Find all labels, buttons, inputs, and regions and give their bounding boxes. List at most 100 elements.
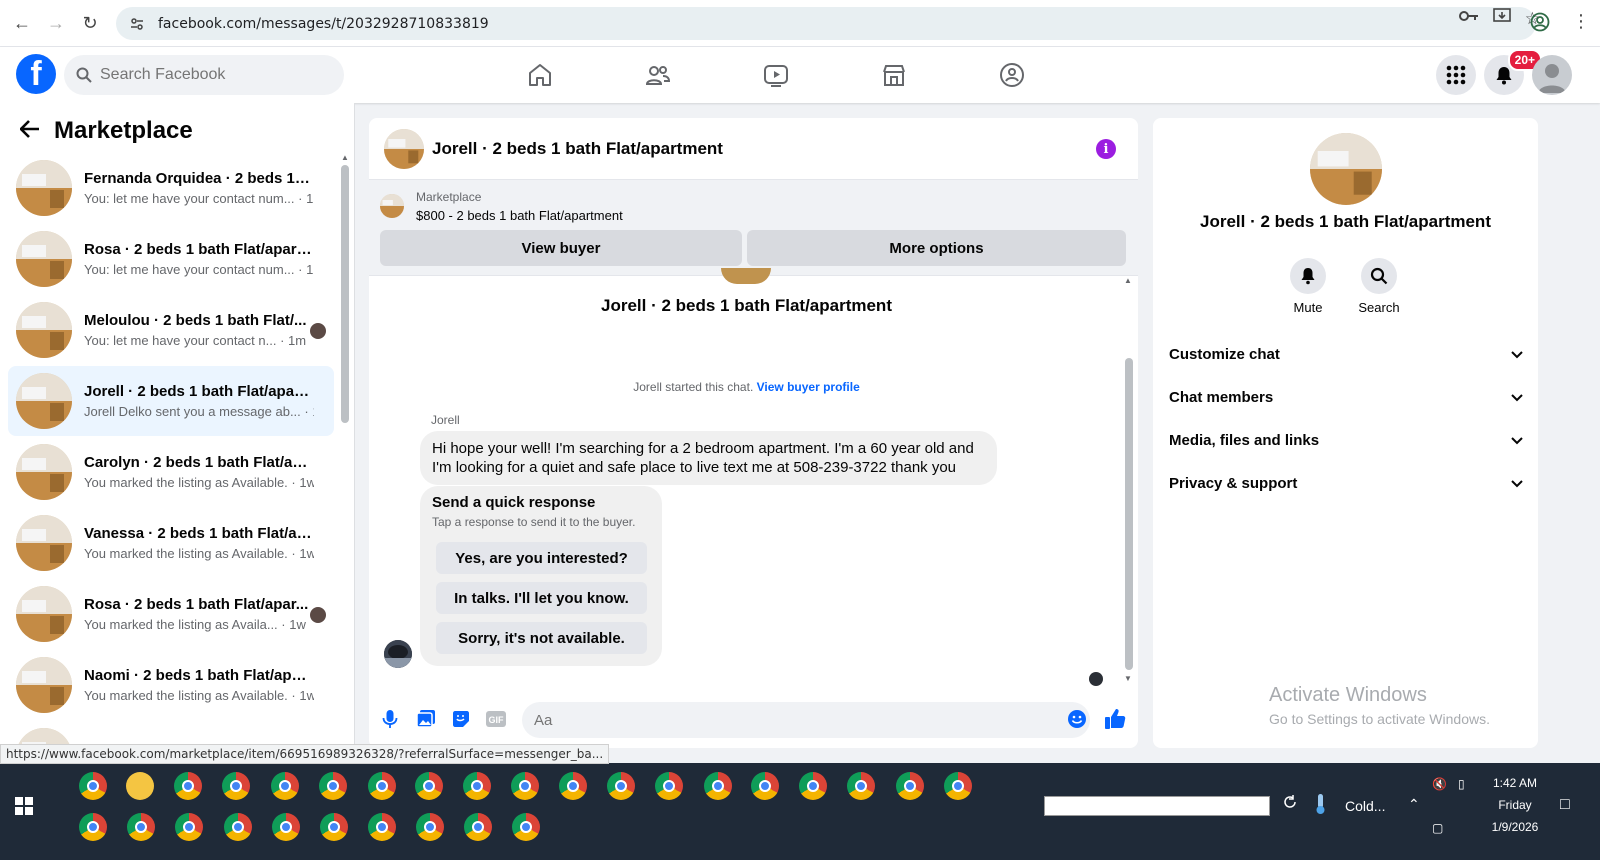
chrome-window-icon[interactable] [847, 772, 875, 800]
conversation-item[interactable]: Meloulou · 2 beds 1 bath Flat/... You: le… [8, 295, 334, 365]
chrome-window-icon[interactable] [368, 813, 396, 841]
chat-scroll-up-icon[interactable]: ▲ [1124, 276, 1132, 285]
chrome-window-icon[interactable] [222, 772, 250, 800]
chrome-window-icon[interactable] [464, 813, 492, 841]
chrome-window-icon[interactable] [512, 813, 540, 841]
chrome-window-icon[interactable] [416, 813, 444, 841]
install-app-icon[interactable] [1492, 7, 1511, 30]
emoji-icon[interactable] [1066, 708, 1088, 730]
chrome-window-icon[interactable] [704, 772, 732, 800]
media-files-links-section[interactable]: Media, files and links [1169, 420, 1523, 460]
sender-avatar[interactable] [384, 640, 412, 668]
reload-icon[interactable]: ↻ [78, 11, 102, 35]
photo-icon[interactable] [415, 708, 437, 730]
volume-muted-icon[interactable]: 🔇 [1432, 777, 1447, 791]
forward-arrow-icon[interactable]: → [44, 11, 68, 35]
chrome-window-icon[interactable] [463, 772, 491, 800]
notifications-bell-icon[interactable]: 20+ [1484, 49, 1542, 95]
chat-members-section[interactable]: Chat members [1169, 377, 1523, 417]
home-icon[interactable] [520, 55, 560, 95]
view-buyer-profile-link[interactable]: View buyer profile [757, 380, 860, 394]
search-input[interactable] [100, 66, 320, 84]
search-action[interactable]: Search [1349, 258, 1409, 315]
back-arrow-icon[interactable] [19, 119, 40, 143]
customize-chat-section[interactable]: Customize chat [1169, 334, 1523, 374]
refresh-icon[interactable] [1283, 795, 1297, 814]
chrome-window-icon[interactable] [175, 813, 203, 841]
clock-time[interactable]: 1:42 AM [1480, 776, 1550, 790]
chrome-window-icon[interactable] [272, 813, 300, 841]
conversation-item[interactable]: Jorell · 2 beds 1 bath Flat/apart... Jore… [8, 366, 334, 436]
file-explorer-icon[interactable] [126, 772, 154, 800]
sticker-icon[interactable] [450, 708, 472, 730]
back-arrow-icon[interactable]: ← [10, 11, 34, 35]
chrome-window-icon[interactable] [224, 813, 252, 841]
chrome-window-icon[interactable] [368, 772, 396, 800]
show-hidden-icons-chevron-icon[interactable]: ⌃ [1408, 796, 1420, 813]
address-bar[interactable]: facebook.com/messages/t/2032928710833819 [116, 7, 1536, 40]
chat-scrollbar[interactable] [1125, 358, 1133, 670]
profile-icon[interactable] [1530, 12, 1550, 37]
chrome-window-icon[interactable] [559, 772, 587, 800]
gif-icon[interactable]: GIF [485, 708, 507, 730]
chrome-window-icon[interactable] [415, 772, 443, 800]
chrome-window-icon[interactable] [751, 772, 779, 800]
account-avatar[interactable] [1532, 55, 1572, 95]
chrome-window-icon[interactable] [511, 772, 539, 800]
conversation-item[interactable]: Vanessa · 2 beds 1 bath Flat/apa... You m… [8, 508, 334, 578]
chrome-window-icon[interactable] [607, 772, 635, 800]
weather-text[interactable]: Cold... [1345, 798, 1385, 814]
chrome-window-icon[interactable] [127, 813, 155, 841]
browser-menu-icon[interactable]: ⋮ [1572, 12, 1590, 37]
network-icon[interactable]: ▢ [1432, 821, 1443, 835]
search-box[interactable] [64, 55, 344, 95]
more-options-button[interactable]: More options [747, 230, 1126, 266]
chrome-window-icon[interactable] [944, 772, 972, 800]
chrome-window-icon[interactable] [271, 772, 299, 800]
like-thumbs-up-icon[interactable] [1104, 708, 1126, 730]
conversation-item[interactable]: Rosa · 2 beds 1 bath Flat/apartm... You: … [8, 224, 334, 294]
password-key-icon[interactable] [1458, 9, 1479, 28]
clock-date[interactable]: 1/9/2026 [1480, 820, 1550, 834]
mute-action[interactable]: Mute [1278, 258, 1338, 315]
facebook-logo[interactable]: f [16, 54, 56, 94]
chat-title[interactable]: Jorell · 2 beds 1 bath Flat/apartment [432, 139, 723, 159]
conversation-item[interactable]: Carolyn · 2 beds 1 bath Flat/apar... You … [8, 437, 334, 507]
marketplace-icon[interactable] [874, 55, 914, 95]
view-buyer-button[interactable]: View buyer [380, 230, 742, 266]
notification-center-icon[interactable]: □ [1560, 796, 1570, 814]
listing-large-thumbnail[interactable] [1310, 133, 1382, 205]
video-icon[interactable] [756, 55, 796, 95]
chat-scroll-down-icon[interactable]: ▼ [1124, 674, 1132, 683]
quick-response-yes-button[interactable]: Yes, are you interested? [436, 542, 647, 574]
quick-response-not-available-button[interactable]: Sorry, it's not available. [436, 622, 647, 654]
clock-day[interactable]: Friday [1480, 798, 1550, 812]
microphone-icon[interactable] [379, 708, 401, 730]
quick-response-in-talks-button[interactable]: In talks. I'll let you know. [436, 582, 647, 614]
friends-icon[interactable] [638, 55, 678, 95]
privacy-support-section[interactable]: Privacy & support [1169, 463, 1523, 503]
taskbar-address-box[interactable] [1044, 796, 1270, 816]
chrome-window-icon[interactable] [655, 772, 683, 800]
listing-price-title[interactable]: $800 - 2 beds 1 bath Flat/apartment [416, 208, 623, 223]
menu-grid-icon[interactable] [1436, 55, 1476, 95]
sidebar-scrollbar[interactable] [341, 165, 349, 423]
chrome-window-icon[interactable] [174, 772, 202, 800]
groups-icon[interactable] [992, 55, 1032, 95]
conversation-item[interactable]: Fernanda Orquidea · 2 beds 1 ba... You: l… [8, 153, 334, 223]
windows-start-icon[interactable] [15, 797, 33, 815]
message-input[interactable] [522, 702, 1090, 738]
site-info-icon[interactable] [128, 15, 146, 33]
chrome-window-icon[interactable] [319, 772, 347, 800]
conversation-item[interactable]: Rosa · 2 beds 1 bath Flat/apar... You mar… [8, 579, 334, 649]
scroll-up-arrow-icon[interactable]: ▲ [341, 153, 349, 162]
chrome-window-icon[interactable] [799, 772, 827, 800]
chrome-window-icon[interactable] [79, 772, 107, 800]
chrome-window-icon[interactable] [79, 813, 107, 841]
battery-icon[interactable]: ▯ [1458, 777, 1465, 791]
listing-thumbnail[interactable] [384, 128, 424, 169]
chrome-window-icon[interactable] [320, 813, 348, 841]
conversation-item[interactable]: Naomi · 2 beds 1 bath Flat/apart... You m… [8, 650, 334, 720]
chrome-window-icon[interactable] [896, 772, 924, 800]
info-icon[interactable]: i [1096, 139, 1116, 159]
